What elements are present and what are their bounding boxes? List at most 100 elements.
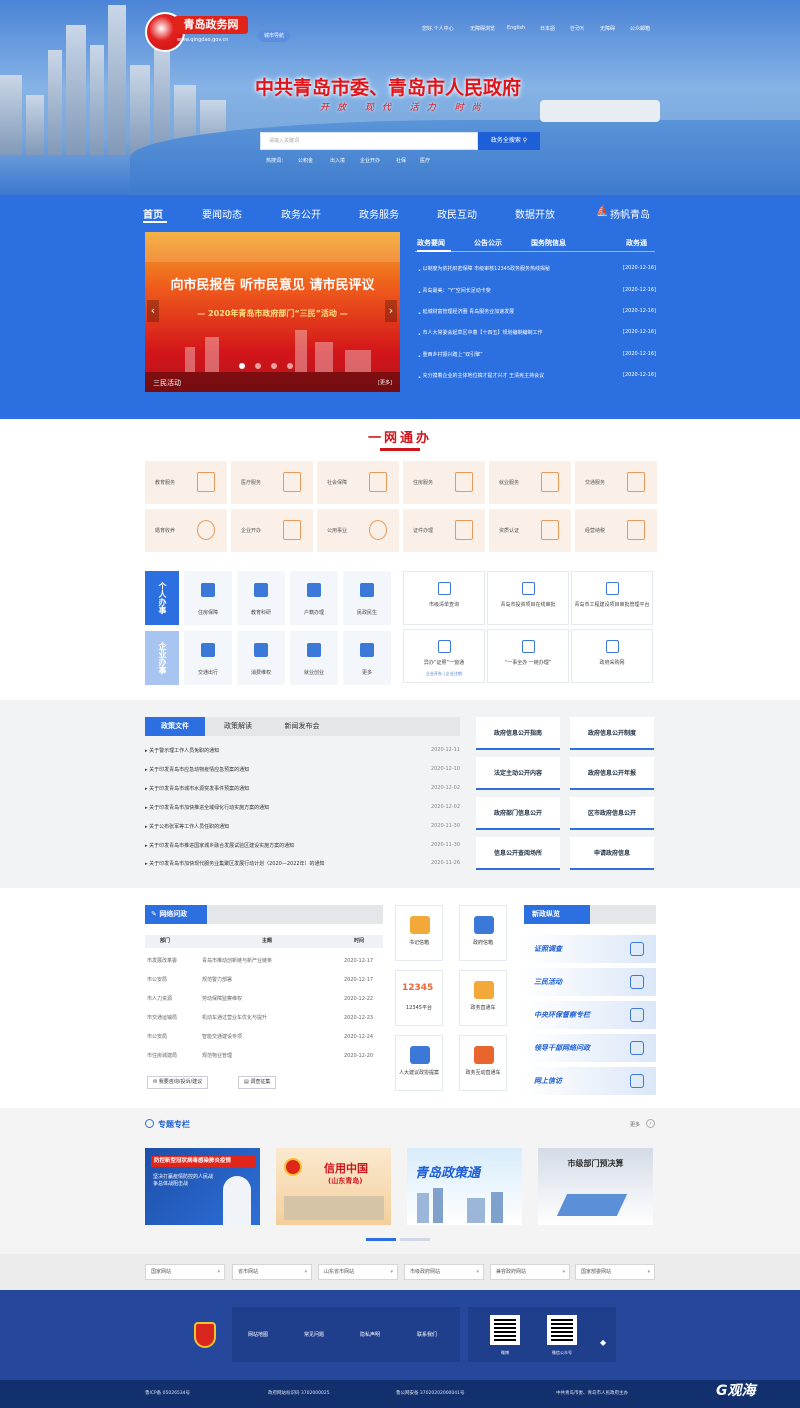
top-link[interactable]: 公众邮箱 — [630, 25, 650, 32]
annual-report-button[interactable]: 政府信息公开年报 — [570, 757, 654, 790]
policy-item[interactable]: ▸ 关于印发青岛市加快推进全域绿化行动实施方案的通知 2020-12-02 — [145, 804, 460, 811]
news-item[interactable]: • 延城财富管理经济圈 青岛服务业加速发展 [2020-12-16] — [418, 308, 656, 317]
table-row[interactable]: 市公安局 规范警力部署 2020-12-17 — [147, 976, 383, 983]
personal-item[interactable]: 户籍办理 — [290, 571, 338, 625]
top-link[interactable]: 한국어 — [570, 25, 584, 32]
quick-entry[interactable]: 青岛市投资项目在线审批 — [487, 571, 569, 625]
nav-home[interactable]: 首页 — [143, 206, 163, 221]
special-pager-active[interactable] — [366, 1238, 396, 1241]
carousel-dot[interactable] — [255, 363, 261, 369]
footer-link-privacy[interactable]: 隐私声明 — [360, 1331, 380, 1338]
special-card-credit[interactable]: 信用中国 (山东青岛) — [276, 1148, 391, 1225]
service-tile[interactable]: 交通服务 — [575, 461, 657, 504]
service-tile[interactable]: 社会保障 — [317, 461, 399, 504]
carousel-more-link[interactable]: [更多] — [378, 379, 392, 386]
tab-news[interactable]: 政务要闻 — [417, 238, 445, 248]
nav-data[interactable]: 数据开放 — [515, 206, 555, 221]
tab-state-council[interactable]: 国务院信息 — [531, 238, 566, 248]
service-tile[interactable]: 教育服务 — [145, 461, 227, 504]
footer-link-contact[interactable]: 联系我们 — [417, 1331, 437, 1338]
quick-entry[interactable]: 政府采购网 — [571, 629, 653, 683]
service-tile[interactable]: 企业开办 — [231, 509, 313, 552]
service-tile[interactable]: 资质认证 — [489, 509, 571, 552]
news-item[interactable]: • 以制度为依托织密保障 市级审核12345政务服务热线揭秘 [2020-12-1… — [418, 265, 656, 274]
policy-card[interactable]: 中央环保督察专栏 — [524, 1001, 656, 1029]
news-item[interactable]: • 市人大常委会起草区中着【十四五】规划编制编制工作 [2020-12-16] — [418, 329, 656, 338]
nav-open[interactable]: 政务公开 — [281, 206, 321, 221]
footer-link-faq[interactable]: 常见问题 — [304, 1331, 324, 1338]
table-row[interactable]: 市人力资源 劳动保障监察维权 2020-12-22 — [147, 995, 383, 1002]
carousel-dot[interactable] — [239, 363, 245, 369]
personal-item[interactable]: 交通出行 — [184, 631, 232, 685]
news-item[interactable]: • 充分摸着企业的主体地位搞才提才兴才 王清宪主持会议 [2020-12-16] — [418, 372, 656, 381]
news-item[interactable]: • 青岛最美：“Y”空间长足动卡斐 [2020-12-16] — [418, 287, 656, 296]
city-guide-button[interactable]: 城市导航 — [258, 30, 290, 42]
hotword[interactable]: 出入境 — [330, 157, 345, 164]
quick-entry[interactable]: 青岛市工程建设项目审批管理平台 — [571, 571, 653, 625]
top-link[interactable]: 日本語 — [540, 25, 555, 32]
survey-button[interactable]: ▤ 调查征集 — [238, 1076, 277, 1089]
district-disclosure-button[interactable]: 区市政府信息公开 — [570, 797, 654, 830]
carousel-prev-icon[interactable]: ‹ — [147, 300, 159, 322]
direct-train-tile[interactable]: 政务直通车 — [459, 970, 507, 1026]
hotword[interactable]: 医疗 — [420, 157, 430, 164]
proposal-tile[interactable]: 人大建议政协提案 — [395, 1035, 443, 1091]
mailbox-tile[interactable]: 政府信箱 — [459, 905, 507, 961]
personal-item[interactable]: 住房保障 — [184, 571, 232, 625]
hotword[interactable]: 公积金 — [298, 157, 313, 164]
service-tile[interactable]: 住房服务 — [403, 461, 485, 504]
special-card-epidemic[interactable]: 防控新型冠状病毒感染肺炎疫情 坚决打赢疫情防控的人民战争总体战阻击战 — [145, 1148, 260, 1225]
policy-card[interactable]: 证照调查 — [524, 935, 656, 963]
special-card-policy[interactable]: 青岛政策通 — [407, 1148, 522, 1225]
nav-news[interactable]: 要闻动态 — [202, 206, 242, 221]
policy-card[interactable]: 三民活动 — [524, 968, 656, 996]
special-card-budget[interactable]: 市级部门预决算 — [538, 1148, 653, 1225]
icp-number[interactable]: 鲁ICP备 05026534号 — [145, 1390, 190, 1396]
quick-entry[interactable]: 市级清单查询 — [403, 571, 485, 625]
top-link[interactable]: 无障碍浏览 — [470, 25, 495, 32]
policy-item[interactable]: ▸ 关于印发青岛市加快现代服务业集聚区发展行动计划（2020—2022年）的通知… — [145, 860, 460, 867]
more-arrow-icon[interactable]: › — [646, 1119, 655, 1128]
personal-item[interactable]: 民政民生 — [343, 571, 391, 625]
link-select[interactable]: 市级政府网站 — [404, 1264, 484, 1280]
policy-item[interactable]: ▸ 关于印发青岛市推进国家城乡融合发展试验区建设实施方案的通知 2020-11-3… — [145, 842, 460, 849]
carousel-next-icon[interactable]: › — [385, 300, 397, 322]
table-row[interactable]: 市公安局 智能交通建设专项 2020-12-24 — [147, 1033, 383, 1040]
news-item[interactable]: • 重西乡村振兴踏上“双引擎” [2020-12-16] — [418, 351, 656, 360]
mailbox-tile[interactable]: 书记信箱 — [395, 905, 443, 961]
table-row[interactable]: 市交通运输局 机动车通过营业车优化与提升 2020-12-23 — [147, 1014, 383, 1021]
service-tile[interactable]: 经营纳税 — [575, 509, 657, 552]
carousel-caption[interactable]: 三民活动 — [153, 378, 181, 388]
tab-personal[interactable]: 个人办事 — [145, 571, 179, 625]
tab-enterprise[interactable]: 企业办事 — [145, 631, 179, 685]
link-select[interactable]: 国家网站 — [145, 1264, 225, 1280]
nav-interaction[interactable]: 政民互动 — [437, 206, 477, 221]
hotword[interactable]: 企业开办 — [360, 157, 380, 164]
android-icon[interactable]: ◆ — [600, 1338, 606, 1347]
consult-complaint-button[interactable]: ✉ 我要咨询/投诉/建议 — [147, 1076, 209, 1089]
special-pager[interactable] — [400, 1238, 430, 1241]
personal-item[interactable]: 教育科研 — [237, 571, 285, 625]
top-link[interactable]: 无障碍 — [600, 25, 615, 32]
service-tile[interactable]: 就业服务 — [489, 461, 571, 504]
special-more-link[interactable]: 更多 — [630, 1121, 640, 1128]
table-row[interactable]: 市住房城建局 规范物业管理 2020-12-20 — [147, 1052, 383, 1059]
top-link[interactable]: English — [507, 25, 525, 31]
hotword[interactable]: 社保 — [396, 157, 406, 164]
table-row[interactable]: 市发展改革委 青岛市推动创新链与新产业链条 2020-12-17 — [147, 957, 383, 964]
top-link[interactable]: 您好,个人中心 — [422, 25, 454, 32]
policy-item[interactable]: ▸ 关于印发青岛市城市水源突发事件预案的通知 2020-12-02 — [145, 785, 460, 792]
service-tile[interactable]: 婚育收养 — [145, 509, 227, 552]
police-record[interactable]: 鲁公网安备 37020202000041号 — [396, 1390, 465, 1396]
tab-notice[interactable]: 公告公示 — [474, 238, 502, 248]
nav-services[interactable]: 政务服务 — [359, 206, 399, 221]
tab-policy-interpret[interactable]: 政策解读 — [208, 717, 268, 736]
carousel-dot[interactable] — [287, 363, 293, 369]
quick-entry-sublinks[interactable]: 企业开办 | 企业注销 — [404, 671, 484, 677]
link-select[interactable]: 国家部委网站 — [575, 1264, 655, 1280]
footer-link-sitemap[interactable]: 网站地图 — [248, 1331, 268, 1338]
personal-item[interactable]: 消费维权 — [237, 631, 285, 685]
search-button[interactable]: 政务全搜索 ⚲ — [478, 132, 540, 150]
site-logo[interactable]: 青岛政务网 — [174, 16, 248, 34]
nav-sail[interactable]: 扬帆青岛 — [610, 206, 650, 221]
